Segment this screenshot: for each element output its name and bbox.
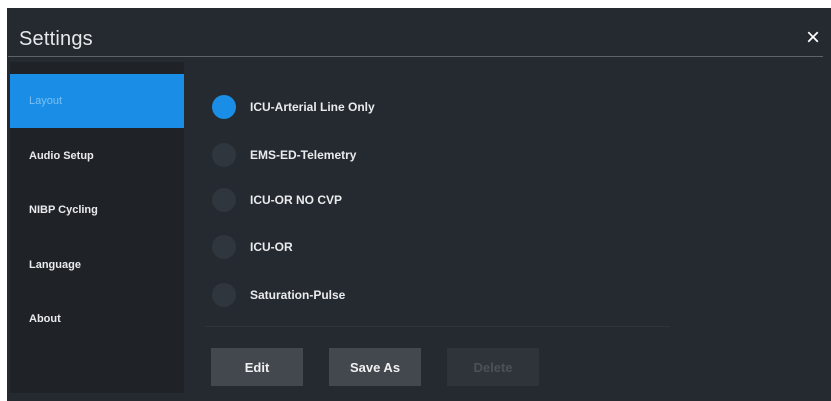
radio-button[interactable] — [212, 143, 236, 167]
radio-button[interactable] — [212, 283, 236, 307]
save-as-button[interactable]: Save As — [329, 348, 421, 386]
layout-option-label: Saturation-Pulse — [250, 288, 346, 302]
sidebar-item-audio-setup[interactable]: Audio Setup — [10, 129, 184, 183]
title-divider — [8, 56, 823, 57]
radio-button[interactable] — [212, 95, 236, 119]
radio-button[interactable] — [212, 188, 236, 212]
layout-option-saturation-pulse[interactable]: Saturation-Pulse — [212, 280, 612, 310]
layout-option-icu-or[interactable]: ICU-OR — [212, 232, 612, 262]
layout-option-label: EMS-ED-Telemetry — [250, 148, 357, 162]
layout-option-label: ICU-Arterial Line Only — [250, 100, 375, 114]
layout-option-ems-ed-telemetry[interactable]: EMS-ED-Telemetry — [212, 140, 612, 170]
sidebar-item-label: NIBP Cycling — [29, 204, 98, 216]
sidebar-item-nibp-cycling[interactable]: NIBP Cycling — [10, 183, 184, 237]
dialog-title: Settings — [19, 28, 93, 50]
sidebar-item-layout[interactable]: Layout — [10, 74, 184, 128]
sidebar-item-about[interactable]: About — [10, 292, 184, 346]
sidebar-item-label: About — [29, 313, 61, 325]
sidebar-item-label: Layout — [29, 95, 63, 107]
edit-button[interactable]: Edit — [211, 348, 303, 386]
layout-option-icu-or-no-cvp[interactable]: ICU-OR NO CVP — [212, 185, 612, 215]
layout-option-label: ICU-OR NO CVP — [250, 193, 343, 207]
delete-button: Delete — [447, 348, 539, 386]
layout-option-icu-arterial-line-only[interactable]: ICU-Arterial Line Only — [212, 92, 612, 122]
title-bar: Settings × — [7, 8, 831, 58]
radio-button[interactable] — [212, 235, 236, 259]
sidebar-item-label: Audio Setup — [29, 150, 94, 162]
sidebar-item-label: Language — [29, 259, 81, 271]
layout-option-label: ICU-OR — [250, 240, 293, 254]
close-icon[interactable]: × — [803, 26, 823, 50]
sidebar-item-language[interactable]: Language — [10, 238, 184, 292]
list-divider — [205, 326, 670, 327]
